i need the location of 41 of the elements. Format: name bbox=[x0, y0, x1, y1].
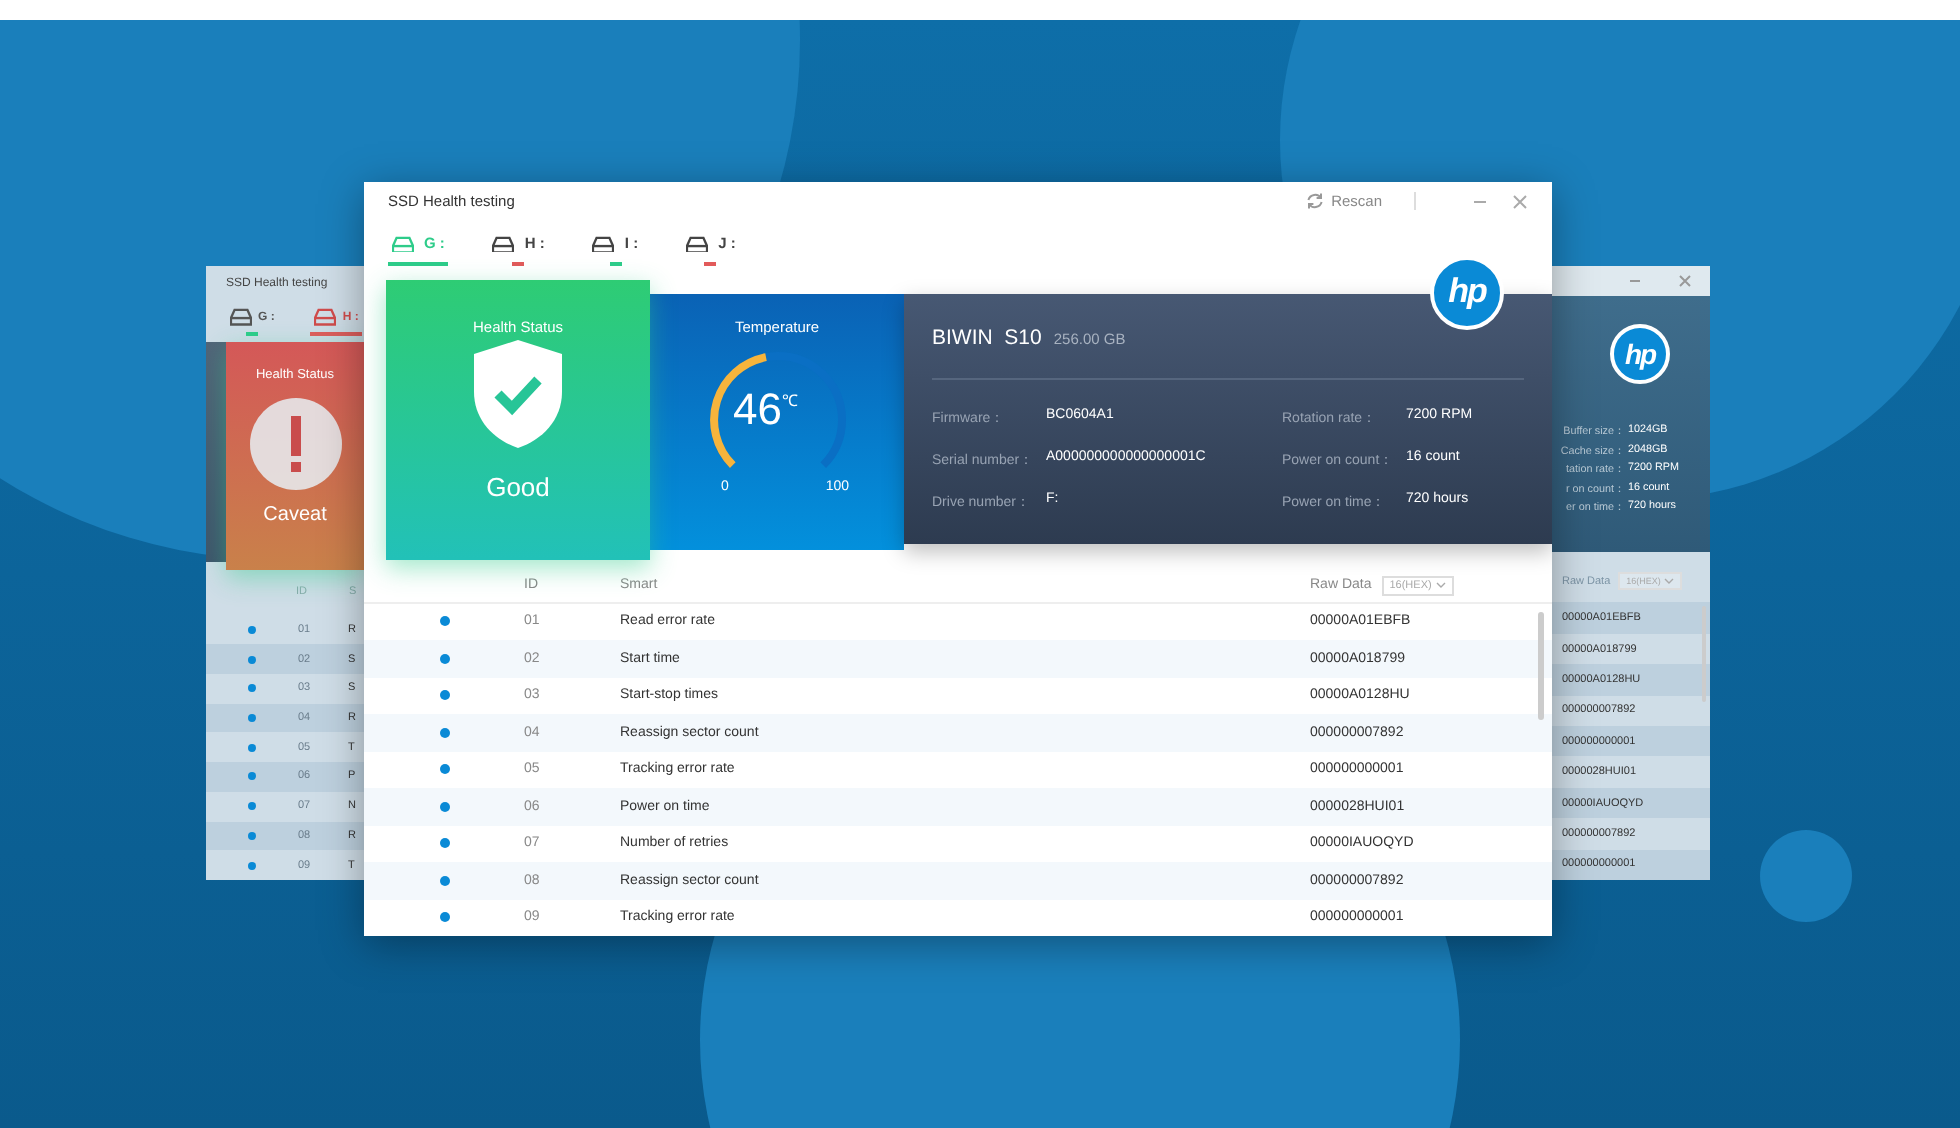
status-dot bbox=[248, 802, 256, 811]
drive-name: BIWIN S10 bbox=[932, 325, 1042, 350]
health-status-value: Caveat bbox=[263, 503, 327, 526]
logo: hp bbox=[1610, 324, 1670, 385]
refresh-icon bbox=[1305, 192, 1324, 211]
chevron-down-icon bbox=[1435, 582, 1446, 589]
drive-icon bbox=[392, 235, 414, 253]
warning-icon bbox=[249, 397, 341, 490]
status-dot bbox=[439, 912, 449, 923]
drive-icon bbox=[314, 308, 337, 326]
chevron-down-icon bbox=[1664, 578, 1675, 585]
logo: hp bbox=[1430, 255, 1504, 330]
status-dot bbox=[248, 861, 256, 870]
status-dot bbox=[439, 875, 449, 886]
close-icon bbox=[1678, 274, 1692, 289]
drive-icon bbox=[592, 235, 615, 253]
status-dot bbox=[439, 690, 449, 701]
status-dot bbox=[439, 653, 449, 664]
drive-icon bbox=[492, 235, 515, 253]
status-dot bbox=[248, 743, 256, 752]
status-dot bbox=[248, 625, 256, 634]
status-dot bbox=[248, 831, 256, 840]
status-dot bbox=[439, 764, 449, 775]
drive-icon bbox=[686, 235, 709, 253]
shield-check-icon bbox=[470, 335, 566, 452]
status-dot bbox=[439, 616, 449, 627]
status-dot bbox=[248, 772, 256, 781]
background-circle bbox=[1760, 830, 1852, 922]
status-dot bbox=[439, 727, 449, 738]
health-status-value: Good bbox=[486, 471, 550, 502]
close-button[interactable] bbox=[1512, 193, 1528, 210]
status-dot bbox=[248, 714, 256, 723]
status-dot bbox=[439, 801, 449, 812]
status-dot bbox=[248, 684, 256, 693]
status-dot bbox=[248, 655, 256, 664]
scrollbar[interactable] bbox=[1538, 611, 1544, 719]
drive-icon bbox=[230, 308, 252, 326]
temperature-unit: ℃ bbox=[781, 389, 798, 414]
temperature-value: 46 bbox=[733, 383, 782, 436]
status-dot bbox=[439, 838, 449, 849]
close-icon bbox=[1512, 193, 1528, 210]
